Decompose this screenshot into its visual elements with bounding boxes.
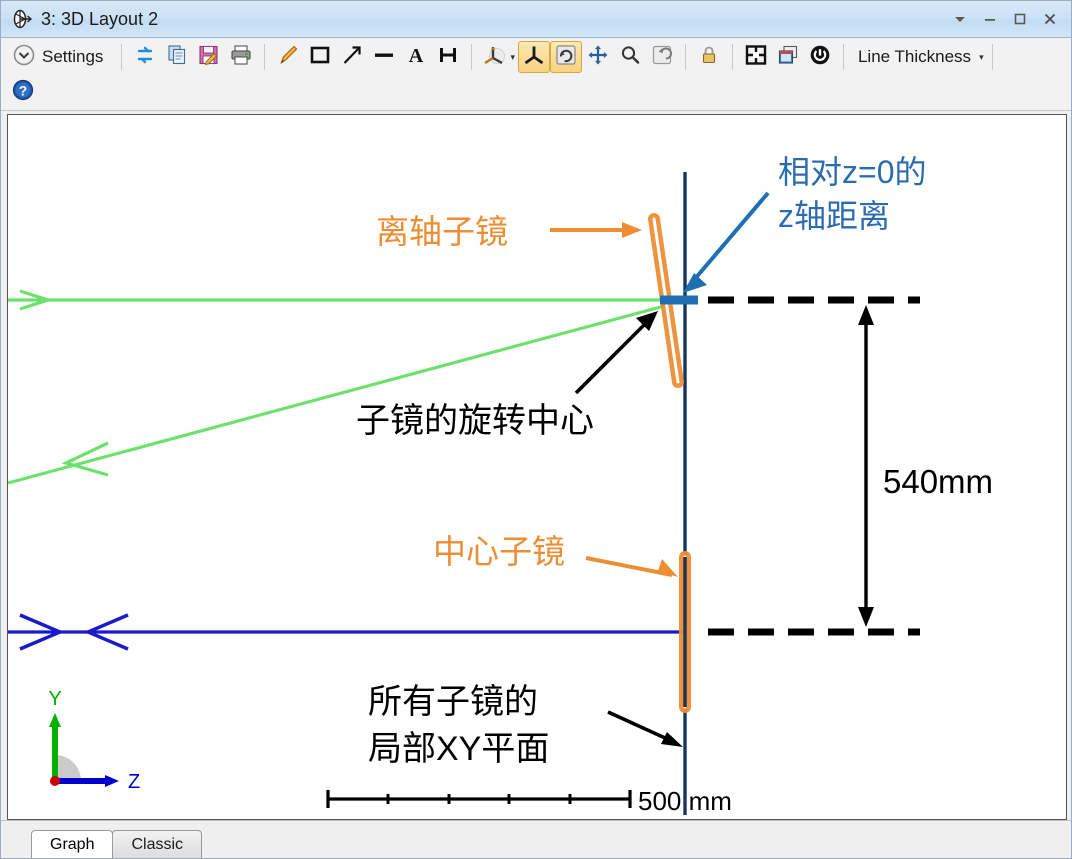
- refresh-arrows-icon: [133, 43, 157, 72]
- refresh-button[interactable]: [129, 41, 161, 73]
- chevron-down-icon: ▾: [510, 52, 515, 63]
- green-ray-outgoing: [8, 305, 668, 483]
- label-z-distance-line2: z轴距离: [778, 198, 890, 234]
- help-button[interactable]: ?: [7, 77, 39, 109]
- copy-pages-icon: [165, 43, 189, 72]
- reset-button[interactable]: [804, 41, 836, 73]
- arrow-diagonal-icon: [340, 43, 364, 72]
- axis-label-z: Z: [128, 771, 140, 793]
- window-controls: [945, 5, 1072, 33]
- magnifier-icon: [618, 43, 642, 72]
- line-thickness-label: Line Thickness: [852, 47, 977, 67]
- line-thickness-dropdown[interactable]: Line Thickness ▾: [851, 41, 985, 73]
- label-z-distance-line1: 相对z=0的: [778, 154, 927, 190]
- print-button[interactable]: [225, 41, 257, 73]
- lens-3d-icon: [8, 6, 34, 32]
- tab-list: Graph Classic: [1, 821, 1072, 859]
- maximize-button[interactable]: [1005, 5, 1035, 33]
- zoom-button[interactable]: [614, 41, 646, 73]
- text-a-icon: A: [404, 43, 428, 72]
- save-button[interactable]: [193, 41, 225, 73]
- dimension-540mm-arrow: [858, 305, 874, 627]
- chevron-down-circle-icon: [12, 43, 36, 72]
- toolbar-separator: [992, 44, 993, 70]
- fit-window-button[interactable]: [740, 41, 772, 73]
- window-copy-icon: [776, 43, 800, 72]
- lock-button[interactable]: [693, 41, 725, 73]
- toolbar-separator: [685, 44, 686, 70]
- label-local-xy-line2: 局部XY平面: [368, 730, 549, 768]
- label-center-mirror: 中心子镜: [433, 533, 565, 570]
- toolbar-separator: [843, 44, 844, 70]
- line-icon: [372, 43, 396, 72]
- copy-button[interactable]: [161, 41, 193, 73]
- rotate-circle-icon: [554, 43, 578, 72]
- title-bar: 3: 3D Layout 2: [1, 1, 1072, 38]
- dropdown-arrow-button[interactable]: [945, 5, 975, 33]
- dimension-h-icon: [436, 43, 460, 72]
- draw-rectangle-button[interactable]: [304, 41, 336, 73]
- layout-drawing: 540mm 离轴子镜 相对z=0的 z轴距离 子镜的旋转中心 中心子镜: [8, 115, 1066, 819]
- annotate-pencil-button[interactable]: [272, 41, 304, 73]
- toolbar: Settings: [1, 38, 1072, 111]
- toolbar-row-1: Settings: [1, 38, 1072, 76]
- arrow-z-distance: [683, 193, 768, 293]
- fit-grid-icon: [744, 43, 768, 72]
- reset-power-icon: [808, 43, 832, 72]
- layout-canvas[interactable]: 540mm 离轴子镜 相对z=0的 z轴距离 子镜的旋转中心 中心子镜: [7, 114, 1067, 820]
- settings-label: Settings: [36, 47, 109, 67]
- tripod-yellow-icon: [522, 43, 546, 72]
- draw-arrow-button[interactable]: [336, 41, 368, 73]
- padlock-icon: [697, 43, 721, 72]
- pan-button[interactable]: [582, 41, 614, 73]
- chevron-down-icon: ▾: [979, 52, 984, 63]
- axis-label-y: Y: [48, 688, 61, 710]
- close-button[interactable]: [1035, 5, 1065, 33]
- undo-arrow-box-icon: [650, 43, 674, 72]
- toolbar-separator: [732, 44, 733, 70]
- rotate-3d-button[interactable]: [518, 41, 550, 73]
- label-rotation-center: 子镜的旋转中心: [356, 402, 594, 440]
- arrow-local-xy-plane: [608, 712, 683, 747]
- tab-graph[interactable]: Graph: [31, 830, 113, 859]
- toolbar-row-2: ?: [1, 76, 1072, 109]
- square-icon: [308, 43, 332, 72]
- add-text-button[interactable]: A: [400, 41, 432, 73]
- 3d-layout-window: 3: 3D Layout 2: [0, 0, 1072, 859]
- arrow-center-mirror: [586, 558, 678, 577]
- save-diskette-icon: [197, 43, 221, 72]
- axis-view-button[interactable]: ▾: [479, 41, 518, 73]
- printer-icon: [229, 43, 253, 72]
- label-local-xy-line1: 所有子镜的: [368, 683, 538, 721]
- minimize-button[interactable]: [975, 5, 1005, 33]
- toolbar-separator: [264, 44, 265, 70]
- tab-classic[interactable]: Classic: [112, 830, 202, 859]
- axes-tripod-icon: [482, 42, 508, 73]
- toolbar-separator: [471, 44, 472, 70]
- label-off-axis-mirror: 离轴子镜: [376, 213, 508, 250]
- pencil-icon: [276, 43, 300, 72]
- svg-text:?: ?: [19, 83, 27, 98]
- dimension-540mm-label: 540mm: [883, 463, 993, 500]
- detach-window-button[interactable]: [772, 41, 804, 73]
- axis-indicator: Y Z: [48, 688, 140, 793]
- scale-bar-label: 500 mm: [638, 786, 732, 816]
- undo-view-button[interactable]: [646, 41, 678, 73]
- measure-button[interactable]: [432, 41, 464, 73]
- svg-text:A: A: [409, 45, 424, 67]
- spin-button[interactable]: [550, 41, 582, 73]
- arrow-rotation-center: [576, 311, 658, 393]
- help-question-icon: ?: [11, 78, 35, 107]
- bottom-tab-bar: Graph Classic: [1, 820, 1072, 858]
- scale-bar: [328, 790, 630, 808]
- window-title: 3: 3D Layout 2: [41, 9, 158, 30]
- draw-line-button[interactable]: [368, 41, 400, 73]
- toolbar-separator: [121, 44, 122, 70]
- arrow-off-axis-mirror: [550, 222, 642, 238]
- settings-button[interactable]: Settings: [7, 41, 114, 73]
- move-cross-arrows-icon: [586, 43, 610, 72]
